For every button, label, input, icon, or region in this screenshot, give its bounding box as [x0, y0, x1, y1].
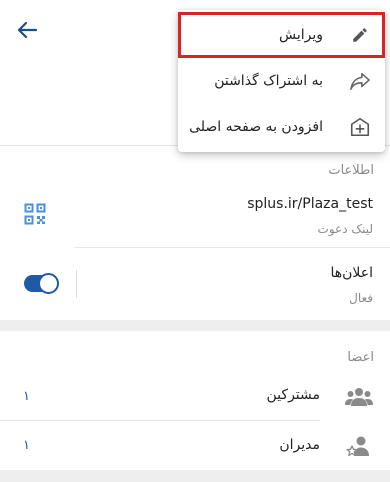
members-section-title: اعضا — [347, 350, 374, 365]
back-button[interactable] — [14, 17, 40, 43]
subscribers-label[interactable]: مشترکین — [267, 387, 320, 403]
subscribers-count: ۱ — [23, 389, 30, 404]
overflow-menu: ویرایش به اشتراک گذاشتن افزودن به صفحه ا… — [178, 10, 385, 152]
menu-item-share[interactable]: به اشتراک گذاشتن — [178, 58, 385, 104]
admin-star-icon — [345, 435, 373, 459]
menu-item-share-label: به اشتراک گذاشتن — [214, 73, 323, 89]
qr-code-icon[interactable] — [24, 203, 46, 225]
members-row-divider — [0, 420, 320, 421]
section-gap — [0, 320, 390, 331]
notifications-label: اعلان‌ها — [330, 265, 373, 281]
toggle-separator — [76, 270, 77, 298]
menu-item-add-to-home[interactable]: افزودن به صفحه اصلی — [178, 104, 385, 150]
bottom-gap — [0, 470, 390, 482]
share-arrow-icon — [349, 70, 371, 92]
menu-item-edit-label: ویرایش — [278, 27, 323, 43]
admins-count: ۱ — [23, 438, 30, 453]
pencil-icon — [349, 24, 371, 46]
info-row-divider — [75, 247, 390, 248]
admins-label[interactable]: مدیران — [279, 437, 320, 453]
invite-link-caption: لینک دعوت — [317, 222, 373, 236]
add-to-home-icon — [349, 116, 371, 138]
notifications-status: فعال — [349, 291, 373, 305]
invite-link-value[interactable]: splus.ir/Plaza_test — [247, 196, 373, 212]
menu-item-edit[interactable]: ویرایش — [178, 12, 385, 58]
info-section-title: اطلاعات — [328, 163, 374, 178]
back-arrow-icon — [17, 21, 37, 39]
toggle-knob — [38, 273, 59, 294]
group-icon — [345, 385, 373, 409]
menu-item-add-to-home-label: افزودن به صفحه اصلی — [189, 119, 323, 135]
notifications-toggle[interactable] — [24, 273, 59, 294]
